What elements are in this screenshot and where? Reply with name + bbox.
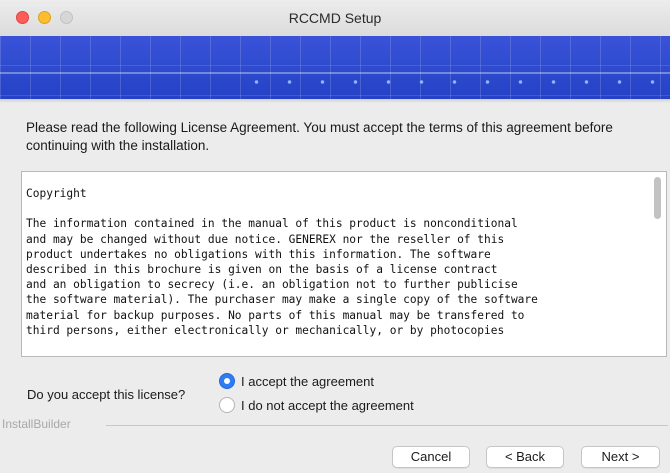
license-line: The information contained in the manual … [26, 217, 518, 231]
header-banner [0, 36, 670, 99]
license-line: material for backup purposes. No parts o… [26, 308, 525, 322]
accept-radio[interactable] [219, 373, 235, 389]
license-text: Copyright The information contained in t… [26, 186, 646, 338]
license-textbox[interactable]: Copyright The information contained in t… [21, 171, 667, 357]
license-line: Copyright [26, 187, 87, 200]
decline-radio[interactable] [219, 397, 235, 413]
cancel-button[interactable]: Cancel [392, 446, 470, 468]
window-title: RCCMD Setup [288, 10, 382, 26]
back-button[interactable]: < Back [486, 446, 564, 468]
banner-shadow [0, 99, 670, 103]
license-line: and may be changed without due notice. G… [26, 232, 505, 246]
intro-text: Please read the following License Agreem… [26, 120, 613, 153]
license-line: the software material). The purchaser ma… [26, 293, 538, 307]
license-scrollbar[interactable] [653, 175, 663, 353]
next-button[interactable]: Next > [581, 446, 660, 468]
scrollbar-thumb[interactable] [654, 177, 661, 219]
setup-window: RCCMD Setup Please read the following Li… [0, 0, 670, 473]
accept-question: Do you accept this license? [27, 387, 186, 402]
license-line: and an obligation to secrecy (i.e. an ob… [26, 278, 518, 292]
license-line: product undertakes no obligations with t… [26, 247, 491, 261]
license-line: third persons, either electronically or … [26, 323, 505, 337]
license-line [26, 201, 646, 216]
banner-dots [240, 80, 660, 84]
footer-divider [106, 425, 668, 426]
decline-radio-label[interactable]: I do not accept the agreement [241, 398, 414, 413]
title-bar: RCCMD Setup [0, 0, 670, 37]
installbuilder-label: InstallBuilder [2, 417, 71, 431]
banner-stripe [0, 72, 670, 74]
accept-radio-label[interactable]: I accept the agreement [241, 374, 374, 389]
license-line: described in this brochure is given on t… [26, 263, 498, 277]
